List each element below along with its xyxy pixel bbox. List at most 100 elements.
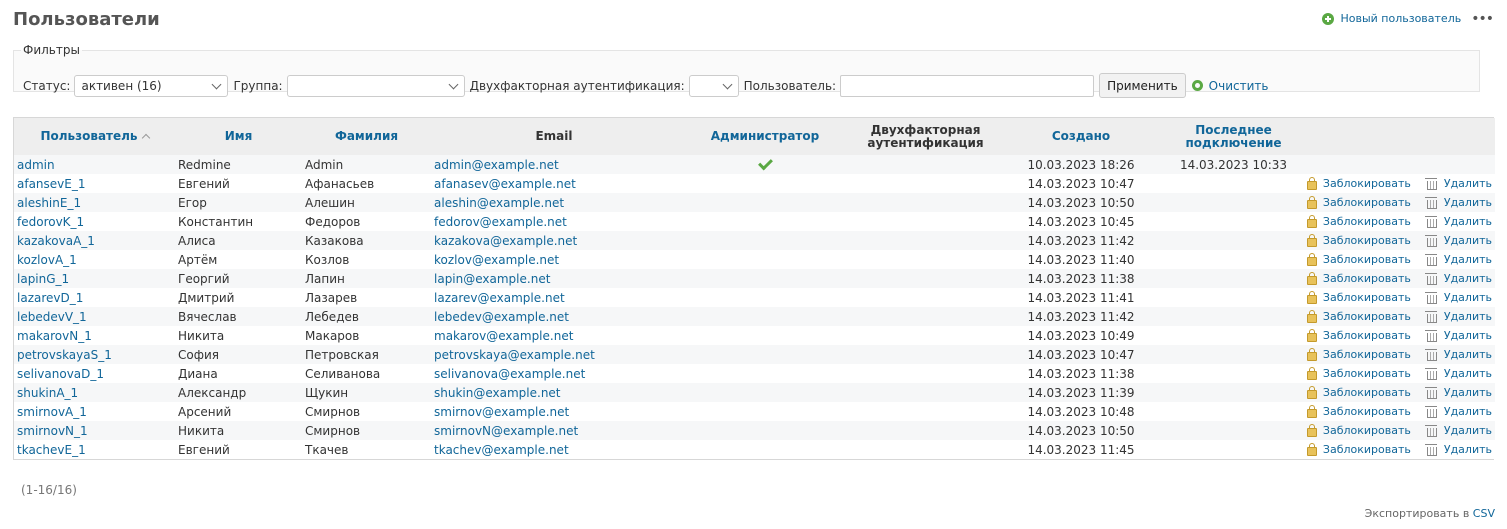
lock-user-link[interactable]: Заблокировать xyxy=(1306,442,1411,456)
user-login-link[interactable]: kozlovA_1 xyxy=(17,253,77,267)
lock-label: Заблокировать xyxy=(1322,252,1411,266)
lock-user-link[interactable]: Заблокировать xyxy=(1306,233,1411,247)
user-email-link[interactable]: petrovskaya@example.net xyxy=(434,348,595,362)
trash-icon xyxy=(1424,253,1437,266)
lock-user-link[interactable]: Заблокировать xyxy=(1306,423,1411,437)
user-email-link[interactable]: lazarev@example.net xyxy=(434,291,565,305)
user-email-link[interactable]: tkachev@example.net xyxy=(434,443,569,457)
lock-user-link[interactable]: Заблокировать xyxy=(1306,252,1411,266)
delete-user-link[interactable]: Удалить xyxy=(1424,215,1492,228)
lock-user-link[interactable]: Заблокировать xyxy=(1306,347,1411,361)
user-login-link[interactable]: fedorovK_1 xyxy=(17,215,84,229)
column-header-last-login[interactable]: Последнее подключение xyxy=(1164,118,1303,155)
user-actions-cell: Заблокировать Удалить xyxy=(1303,250,1495,269)
lock-user-link[interactable]: Заблокировать xyxy=(1306,214,1411,228)
delete-user-link[interactable]: Удалить xyxy=(1424,405,1492,418)
user-admin-cell xyxy=(677,307,853,326)
filters-fieldset: Фильтры Статус: активен (16) Группа: Дву… xyxy=(13,43,1480,98)
user-login-link[interactable]: admin xyxy=(17,158,55,172)
user-email-link[interactable]: aleshin@example.net xyxy=(434,196,564,210)
group-select[interactable] xyxy=(286,74,465,97)
user-login-link[interactable]: lazarevD_1 xyxy=(17,291,83,305)
new-user-link[interactable]: Новый пользователь xyxy=(1322,12,1461,25)
user-email-link[interactable]: admin@example.net xyxy=(434,158,559,172)
user-login-link[interactable]: tkachevE_1 xyxy=(17,443,86,457)
user-email-link[interactable]: afanasev@example.net xyxy=(434,177,576,191)
user-search-input[interactable] xyxy=(840,74,1095,97)
column-header-admin[interactable]: Администратор xyxy=(677,118,853,155)
delete-user-link[interactable]: Удалить xyxy=(1424,443,1492,456)
user-email-link[interactable]: fedorov@example.net xyxy=(434,215,567,229)
lock-user-link[interactable]: Заблокировать xyxy=(1306,385,1411,399)
delete-user-link[interactable]: Удалить xyxy=(1424,329,1492,342)
column-header-lastname[interactable]: Фамилия xyxy=(302,118,431,155)
user-email-link[interactable]: smirnovN@example.net xyxy=(434,424,578,438)
delete-user-link[interactable]: Удалить xyxy=(1424,253,1492,266)
user-login-link[interactable]: petrovskayaS_1 xyxy=(17,348,112,362)
user-firstname: Redmine xyxy=(175,155,302,174)
table-row: petrovskayaS_1 София Петровская petrovskaya… xyxy=(14,345,1495,364)
lock-label: Заблокировать xyxy=(1322,309,1411,323)
lock-user-link[interactable]: Заблокировать xyxy=(1306,271,1411,285)
user-login-link[interactable]: aleshinE_1 xyxy=(17,196,81,210)
table-row: smirnovA_1 Арсений Смирнов smirnov@example.… xyxy=(14,402,1495,421)
delete-user-link[interactable]: Удалить xyxy=(1424,386,1492,399)
user-login-link[interactable]: selivanovaD_1 xyxy=(17,367,104,381)
user-login-link[interactable]: kazakovaA_1 xyxy=(17,234,95,248)
column-header-login[interactable]: Пользователь xyxy=(14,118,175,155)
delete-user-link[interactable]: Удалить xyxy=(1424,272,1492,285)
apply-button[interactable]: Применить xyxy=(1099,73,1186,98)
delete-user-link[interactable]: Удалить xyxy=(1424,424,1492,437)
lock-user-link[interactable]: Заблокировать xyxy=(1306,195,1411,209)
user-login-link[interactable]: smirnovN_1 xyxy=(17,424,88,438)
user-email-link[interactable]: makarov@example.net xyxy=(434,329,573,343)
user-admin-cell xyxy=(677,250,853,269)
lock-user-link[interactable]: Заблокировать xyxy=(1306,290,1411,304)
user-login-link[interactable]: lapinG_1 xyxy=(17,272,69,286)
twofa-select[interactable] xyxy=(688,74,739,97)
user-login-link[interactable]: lebedevV_1 xyxy=(17,310,87,324)
more-actions-icon[interactable]: ••• xyxy=(1471,12,1494,26)
table-row: shukinA_1 Александр Щукин shukin@example.ne… xyxy=(14,383,1495,402)
column-header-actions xyxy=(1303,118,1495,155)
user-email-link[interactable]: smirnov@example.net xyxy=(434,405,569,419)
export-label: Экспортировать в xyxy=(1364,507,1470,520)
user-firstname: Артём xyxy=(175,250,302,269)
user-login-link[interactable]: makarovN_1 xyxy=(17,329,92,343)
lock-icon xyxy=(1306,423,1317,437)
user-login-link[interactable]: shukinA_1 xyxy=(17,386,78,400)
delete-user-link[interactable]: Удалить xyxy=(1424,177,1492,190)
trash-icon xyxy=(1424,196,1437,209)
lock-user-link[interactable]: Заблокировать xyxy=(1306,366,1411,380)
user-last-login xyxy=(1164,250,1303,269)
delete-user-link[interactable]: Удалить xyxy=(1424,310,1492,323)
delete-label: Удалить xyxy=(1443,233,1492,247)
export-csv-link[interactable]: CSV xyxy=(1473,507,1495,520)
user-email-link[interactable]: selivanova@example.net xyxy=(434,367,585,381)
delete-user-link[interactable]: Удалить xyxy=(1424,348,1492,361)
delete-user-link[interactable]: Удалить xyxy=(1424,196,1492,209)
user-last-login xyxy=(1164,383,1303,402)
column-header-created[interactable]: Создано xyxy=(998,118,1164,155)
user-email-link[interactable]: kozlov@example.net xyxy=(434,253,559,267)
delete-user-link[interactable]: Удалить xyxy=(1424,367,1492,380)
user-email-link[interactable]: shukin@example.net xyxy=(434,386,561,400)
clear-filters-link[interactable]: Очистить xyxy=(1191,79,1268,93)
status-select[interactable]: активен (16) xyxy=(74,74,229,97)
user-login-link[interactable]: smirnovA_1 xyxy=(17,405,87,419)
user-email-link[interactable]: kazakova@example.net xyxy=(434,234,577,248)
lock-user-link[interactable]: Заблокировать xyxy=(1306,309,1411,323)
lock-icon xyxy=(1306,328,1317,342)
lock-icon xyxy=(1306,195,1317,209)
delete-user-link[interactable]: Удалить xyxy=(1424,291,1492,304)
user-email-link[interactable]: lebedev@example.net xyxy=(434,310,569,324)
user-firstname: Дмитрий xyxy=(175,288,302,307)
lock-user-link[interactable]: Заблокировать xyxy=(1306,176,1411,190)
user-email-link[interactable]: lapin@example.net xyxy=(434,272,550,286)
trash-icon xyxy=(1424,329,1437,342)
user-login-link[interactable]: afansevE_1 xyxy=(17,177,86,191)
lock-user-link[interactable]: Заблокировать xyxy=(1306,404,1411,418)
lock-user-link[interactable]: Заблокировать xyxy=(1306,328,1411,342)
column-header-firstname[interactable]: Имя xyxy=(175,118,302,155)
delete-user-link[interactable]: Удалить xyxy=(1424,233,1492,247)
